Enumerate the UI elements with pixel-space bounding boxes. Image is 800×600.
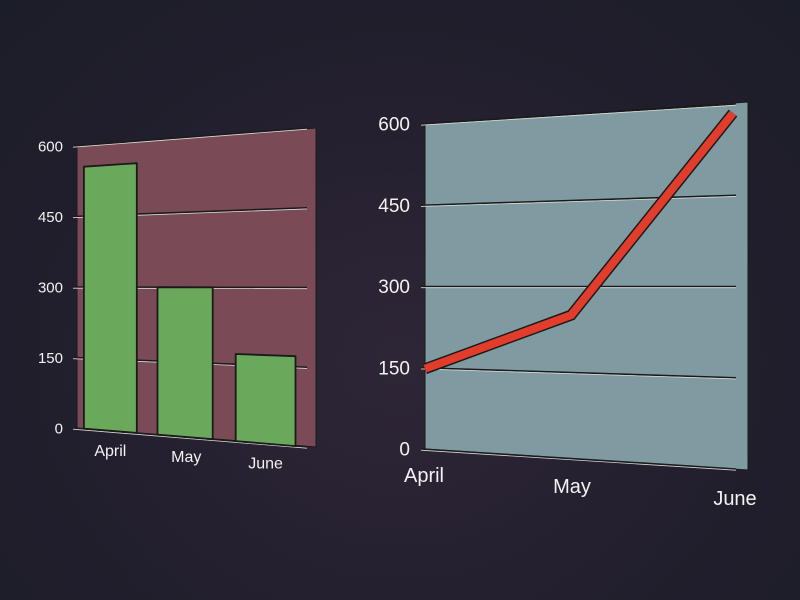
line-y-tick-label: 600 bbox=[378, 115, 410, 136]
bar-x-tick-label: May bbox=[171, 449, 201, 466]
bar-y-tick-label: 150 bbox=[38, 350, 63, 367]
bar-y-tick-label: 450 bbox=[38, 209, 63, 226]
line-x-tick-label: April bbox=[404, 465, 444, 487]
bar-y-tick-label: 300 bbox=[38, 279, 63, 296]
bar-x-tick-label: April bbox=[94, 443, 126, 460]
bar-june bbox=[234, 353, 297, 448]
line-x-tick-label: May bbox=[553, 476, 591, 498]
bar-x-tick-label: June bbox=[248, 456, 283, 473]
line-chart: 0 150 300 450 600 April May June bbox=[378, 101, 757, 510]
line-y-tick-label: 450 bbox=[378, 196, 410, 217]
line-x-tick-label: June bbox=[713, 488, 756, 510]
line-y-tick-label: 150 bbox=[378, 358, 410, 379]
line-y-tick-label: 0 bbox=[399, 440, 410, 461]
bar-y-tick-label: 0 bbox=[55, 420, 63, 437]
bar-y-tick-label: 600 bbox=[38, 138, 63, 155]
bar-may bbox=[156, 286, 214, 441]
bar-april bbox=[83, 162, 138, 434]
charts-canvas: 0 150 300 450 600 April May June 0 150 300 450 600 A… bbox=[38, 101, 757, 510]
bar-chart: 0 150 300 450 600 April May June bbox=[38, 127, 317, 473]
line-y-tick-label: 300 bbox=[378, 277, 410, 298]
